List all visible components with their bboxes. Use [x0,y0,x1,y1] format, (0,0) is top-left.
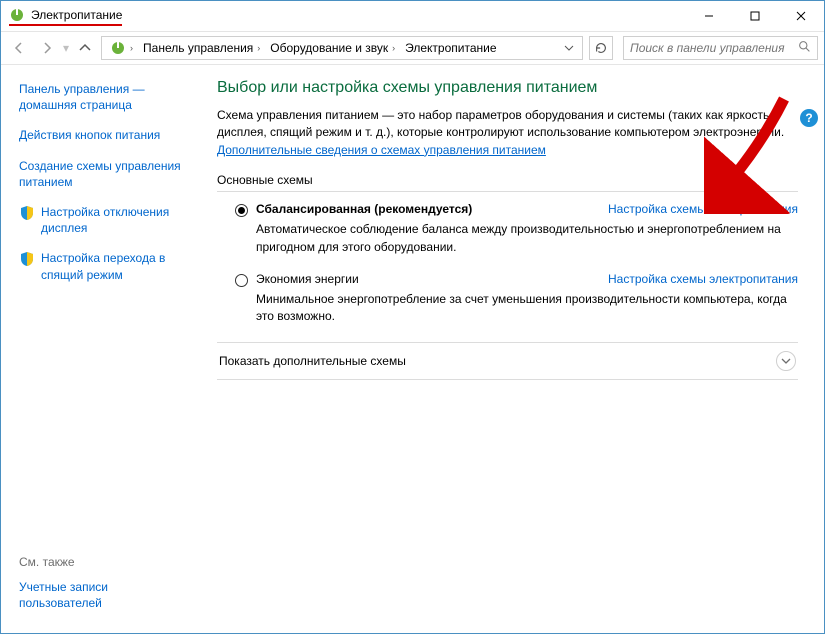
window-title: Электропитание [31,8,122,22]
breadcrumb-control-panel[interactable]: Панель управления› [139,41,264,55]
plan-balanced-name[interactable]: Сбалансированная (рекомендуется) [256,202,472,216]
titlebar: Электропитание [1,1,824,31]
breadcrumb-hardware[interactable]: Оборудование и звук› [266,41,399,55]
shield-icon [19,251,35,267]
address-bar: ▾ › Панель управления› Оборудование и зв… [1,31,824,65]
search-icon [798,40,811,56]
breadcrumb-power[interactable]: Электропитание [401,41,500,55]
radio-power-saver[interactable] [235,274,248,287]
plan-balanced-desc: Автоматическое соблюдение баланса между … [256,221,798,256]
show-more-label: Показать дополнительные схемы [219,354,406,368]
sidebar-create-plan[interactable]: Создание схемы управления питанием [19,158,191,190]
breadcrumb-home-icon[interactable]: › [106,40,137,56]
sidebar-home-link[interactable]: Панель управления — домашняя страница [19,81,191,113]
breadcrumb-dropdown[interactable] [560,43,578,53]
up-button[interactable] [73,36,97,60]
chevron-down-icon [776,351,796,371]
page-title: Выбор или настройка схемы управления пит… [217,79,798,97]
window: Электропитание ▾ › Панель управления› Об… [0,0,825,634]
refresh-button[interactable] [589,36,613,60]
back-button[interactable] [7,36,31,60]
divider [217,191,798,192]
basic-plans-label: Основные схемы [217,173,798,187]
radio-balanced[interactable] [235,204,248,217]
sidebar-display-off[interactable]: Настройка отключения дисплея [19,204,191,236]
minimize-button[interactable] [686,1,732,31]
plan-balanced: Сбалансированная (рекомендуется) Настрой… [235,202,798,256]
see-also-label: См. также [19,555,191,569]
sidebar-sleep-settings[interactable]: Настройка перехода в спящий режим [19,250,191,282]
close-button[interactable] [778,1,824,31]
plan-power-saver: Экономия энергии Настройка схемы электро… [235,272,798,326]
shield-icon [19,205,35,221]
plan-balanced-settings-link[interactable]: Настройка схемы электропитания [608,202,798,216]
sidebar: Панель управления — домашняя страница Де… [1,65,201,633]
content: Выбор или настройка схемы управления пит… [201,65,824,633]
sidebar-user-accounts[interactable]: Учетные записи пользователей [19,580,108,610]
plan-saver-name[interactable]: Экономия энергии [256,272,359,286]
maximize-button[interactable] [732,1,778,31]
search-input[interactable] [630,41,798,55]
more-info-link[interactable]: Дополнительные сведения о схемах управле… [217,143,546,157]
show-additional-plans[interactable]: Показать дополнительные схемы [217,342,798,380]
body: ? Панель управления — домашняя страница … [1,65,824,633]
sidebar-button-actions[interactable]: Действия кнопок питания [19,127,191,143]
search-box[interactable] [623,36,818,60]
window-controls [686,1,824,31]
app-icon [9,7,25,23]
breadcrumb[interactable]: › Панель управления› Оборудование и звук… [101,36,583,60]
plan-saver-desc: Минимальное энергопотребление за счет ум… [256,291,798,326]
nav-separator: ▾ [63,41,69,55]
page-description: Схема управления питанием — это набор па… [217,107,798,159]
forward-button[interactable] [35,36,59,60]
plan-saver-settings-link[interactable]: Настройка схемы электропитания [608,272,798,286]
